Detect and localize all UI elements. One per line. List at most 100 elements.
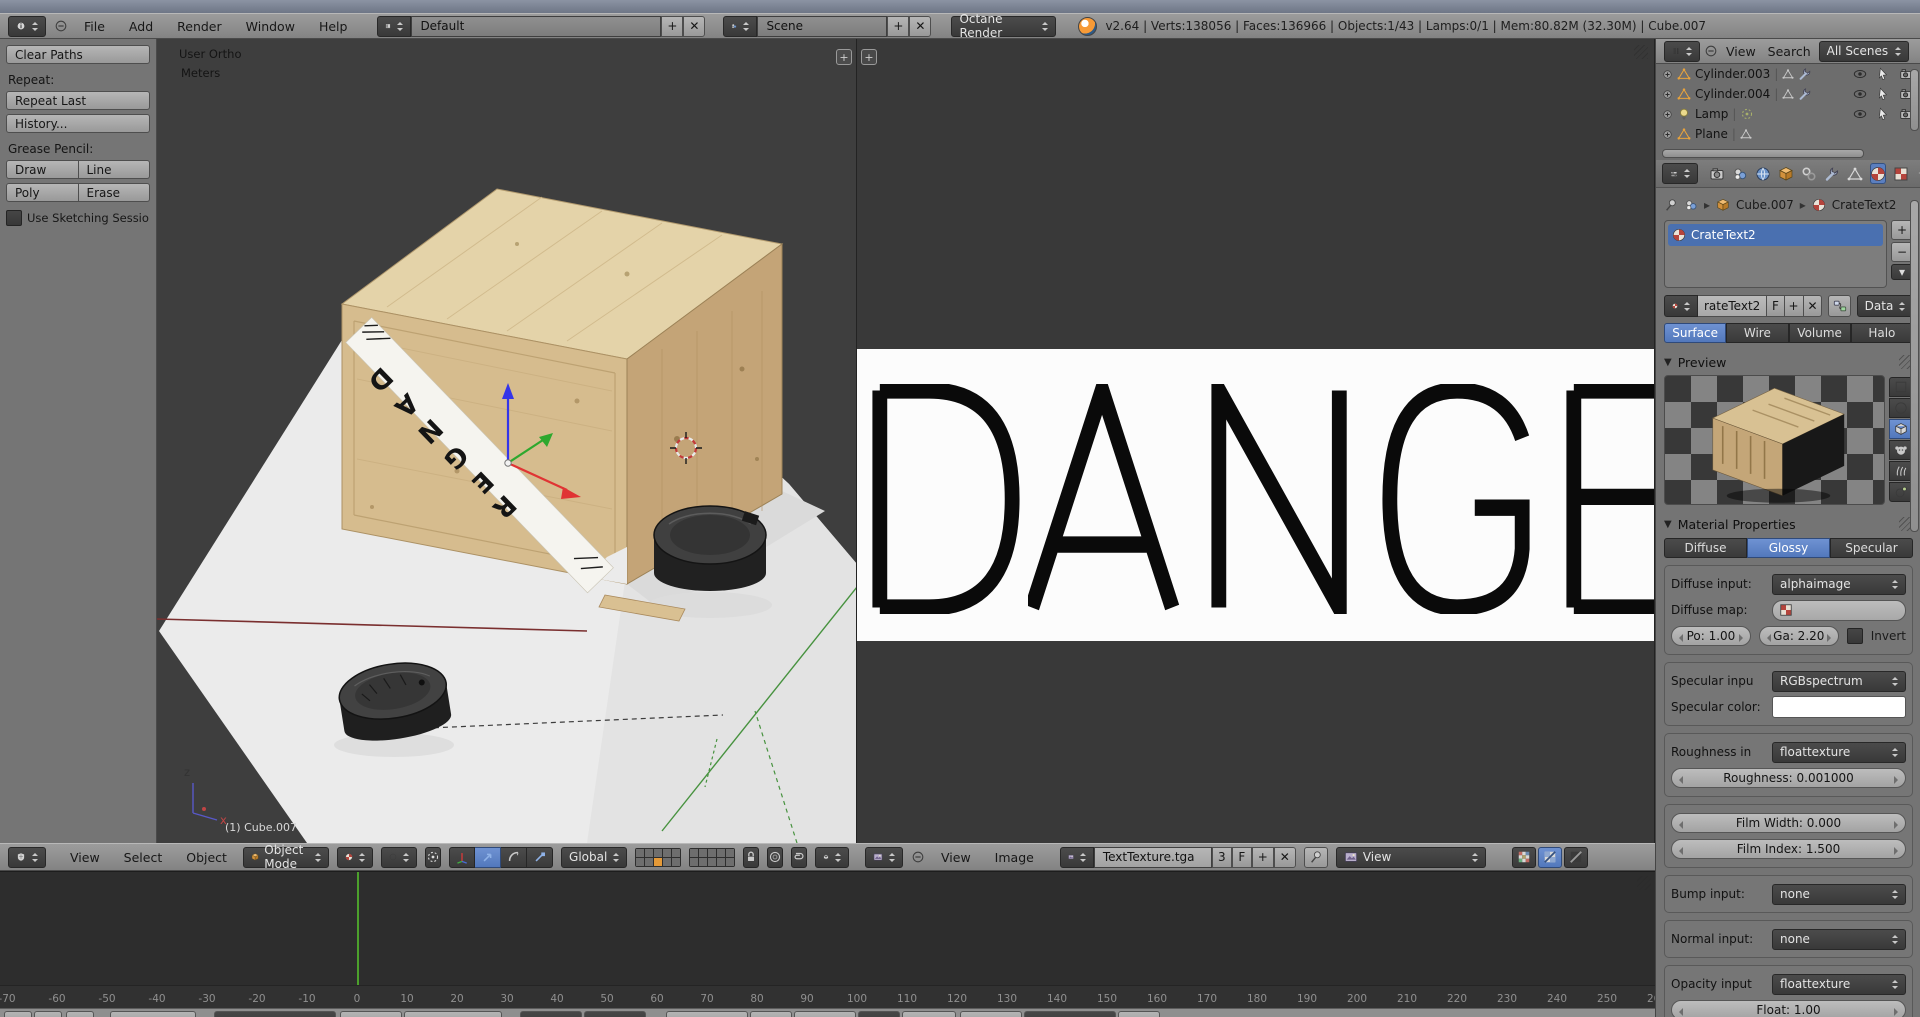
tab-modifiers[interactable] <box>1824 163 1840 184</box>
menu-object[interactable]: Object <box>178 850 235 865</box>
selectability-cursor-icon[interactable] <box>1876 67 1890 81</box>
black-cap-right[interactable] <box>653 505 767 591</box>
rotate-manipulator-toggle[interactable] <box>501 846 528 868</box>
screen-layout-name[interactable]: Default <box>411 15 662 37</box>
editor-type-outliner-button[interactable] <box>1664 40 1700 62</box>
delete-layout-button[interactable]: ✕ <box>683 15 706 37</box>
corner-grip[interactable] <box>1637 876 1651 890</box>
outliner-row[interactable]: Lamp | <box>1656 104 1920 124</box>
snap-toggle[interactable] <box>791 846 808 868</box>
menu-file[interactable]: File <box>76 19 113 34</box>
material-name-field[interactable]: rateText2 <box>1698 295 1768 317</box>
type-surface-button[interactable]: Surface <box>1664 323 1727 343</box>
menu-image[interactable]: Image <box>987 850 1042 865</box>
draw-alpha-toggle[interactable] <box>1563 846 1588 868</box>
grease-erase-button[interactable]: Erase <box>78 183 150 202</box>
history-button[interactable]: History... <box>6 114 150 133</box>
manipulator-toggle[interactable] <box>449 846 476 868</box>
repeat-last-button[interactable]: Repeat Last <box>6 91 150 110</box>
menu-view-outliner[interactable]: View <box>1722 44 1760 59</box>
clear-paths-button[interactable]: Clear Paths <box>6 45 150 64</box>
visibility-eye-icon[interactable] <box>1853 107 1867 121</box>
scale-manipulator-toggle[interactable] <box>527 846 554 868</box>
editor-type-3d-button[interactable] <box>8 846 46 868</box>
tab-texture[interactable] <box>1893 163 1909 184</box>
shader-diffuse-button[interactable]: Diffuse <box>1664 538 1747 558</box>
menu-help[interactable]: Help <box>311 19 356 34</box>
type-volume-button[interactable]: Volume <box>1788 323 1851 343</box>
new-material-button[interactable]: + <box>1784 295 1804 317</box>
menu-view-image[interactable]: View <box>933 850 979 865</box>
menu-view-3d[interactable]: View <box>62 850 108 865</box>
mode-select[interactable]: Object Mode <box>242 843 330 871</box>
tab-particles[interactable] <box>1916 163 1920 184</box>
tab-constraints[interactable] <box>1801 163 1817 184</box>
diffuse-map-field[interactable] <box>1772 599 1906 621</box>
tab-material[interactable] <box>1870 163 1886 184</box>
tab-world[interactable] <box>1755 163 1771 184</box>
specular-input-select[interactable]: RGBspectrum <box>1772 670 1906 692</box>
specular-color-swatch[interactable] <box>1772 696 1906 718</box>
outliner-filter-select[interactable]: All Scenes <box>1818 40 1909 62</box>
sketching-sessions-checkbox[interactable] <box>6 210 22 226</box>
preview-panel-header[interactable]: ▼ Preview <box>1664 355 1913 370</box>
invert-checkbox[interactable] <box>1846 628 1863 644</box>
menu-search-outliner[interactable]: Search <box>1764 44 1815 59</box>
expand-icon[interactable] <box>1662 89 1673 100</box>
editor-type-image-button[interactable] <box>865 846 903 868</box>
tab-scene[interactable] <box>1732 163 1748 184</box>
selectability-cursor-icon[interactable] <box>1876 107 1890 121</box>
unlink-material-button[interactable]: ✕ <box>1803 295 1823 317</box>
film-width-slider[interactable]: Film Width: 0.000 <box>1671 813 1906 833</box>
grease-line-button[interactable]: Line <box>78 160 150 179</box>
breadcrumb-material[interactable]: CrateText2 <box>1832 198 1897 212</box>
lock-to-scene-toggle[interactable] <box>743 846 760 868</box>
pivot-point-select[interactable] <box>381 846 418 868</box>
node-editor-button[interactable] <box>1828 295 1851 317</box>
browse-material-button[interactable] <box>1664 295 1698 317</box>
collapse-menus-icon[interactable] <box>1704 44 1718 58</box>
new-image-button[interactable]: + <box>1251 846 1274 868</box>
fake-user-button[interactable]: F <box>1767 295 1785 317</box>
visibility-eye-icon[interactable] <box>1853 87 1867 101</box>
image-name-field[interactable]: TextTexture.tga <box>1093 846 1212 868</box>
image-display-mode-select[interactable]: View <box>1335 846 1486 868</box>
editor-type-properties-button[interactable] <box>1662 163 1698 184</box>
gamma-slider[interactable]: Ga: 2.20 <box>1758 626 1839 646</box>
delete-scene-button[interactable]: ✕ <box>909 15 932 37</box>
expand-icon[interactable] <box>1662 109 1673 120</box>
timeline-ruler[interactable]: -70 -60 -50 -40 -30 -20 -10 0 10 20 30 40 50 60 70 80 90… <box>0 985 1655 1009</box>
roughness-input-select[interactable]: floattexture <box>1772 741 1906 763</box>
outliner-row[interactable]: Cylinder.003 | <box>1656 64 1920 84</box>
material-properties-panel-header[interactable]: ▼ Material Properties <box>1664 517 1913 532</box>
diffuse-input-select[interactable]: alphaimage <box>1772 573 1906 595</box>
material-slot-list[interactable]: CrateText2 <box>1664 220 1887 288</box>
visibility-eye-icon[interactable] <box>1853 67 1867 81</box>
fake-user-button[interactable]: F <box>1231 846 1252 868</box>
panel-toggle-left-icon[interactable]: + <box>861 49 877 65</box>
outliner-row[interactable]: Plane | <box>1656 124 1920 144</box>
breadcrumb-object[interactable]: Cube.007 <box>1736 198 1794 212</box>
outliner-hscrollbar[interactable] <box>1662 149 1864 158</box>
pin-icon[interactable] <box>1664 198 1678 212</box>
layers-widget-1[interactable] <box>635 847 682 867</box>
link-mode-select[interactable]: Data <box>1857 295 1913 317</box>
type-wire-button[interactable]: Wire <box>1726 323 1789 343</box>
add-scene-button[interactable]: + <box>887 15 910 37</box>
unlink-image-button[interactable]: ✕ <box>1273 846 1296 868</box>
grease-poly-button[interactable]: Poly <box>6 183 79 202</box>
roughness-slider[interactable]: Roughness: 0.001000 <box>1671 768 1906 788</box>
menu-render[interactable]: Render <box>169 19 230 34</box>
properties-vscrollbar[interactable] <box>1910 200 1919 532</box>
add-layout-button[interactable]: + <box>661 15 684 37</box>
snap-element-select[interactable] <box>815 846 850 868</box>
material-slot-selected[interactable]: CrateText2 <box>1668 224 1883 246</box>
type-halo-button[interactable]: Halo <box>1850 323 1913 343</box>
pin-image-button[interactable] <box>1303 846 1328 868</box>
proportional-edit-toggle[interactable] <box>767 846 784 868</box>
image-editor[interactable]: + <box>857 39 1655 843</box>
transform-orientation-select[interactable]: Global <box>561 846 628 868</box>
selectability-cursor-icon[interactable] <box>1876 87 1890 101</box>
shader-specular-button[interactable]: Specular <box>1830 538 1913 558</box>
viewport-shading-select[interactable] <box>337 846 374 868</box>
